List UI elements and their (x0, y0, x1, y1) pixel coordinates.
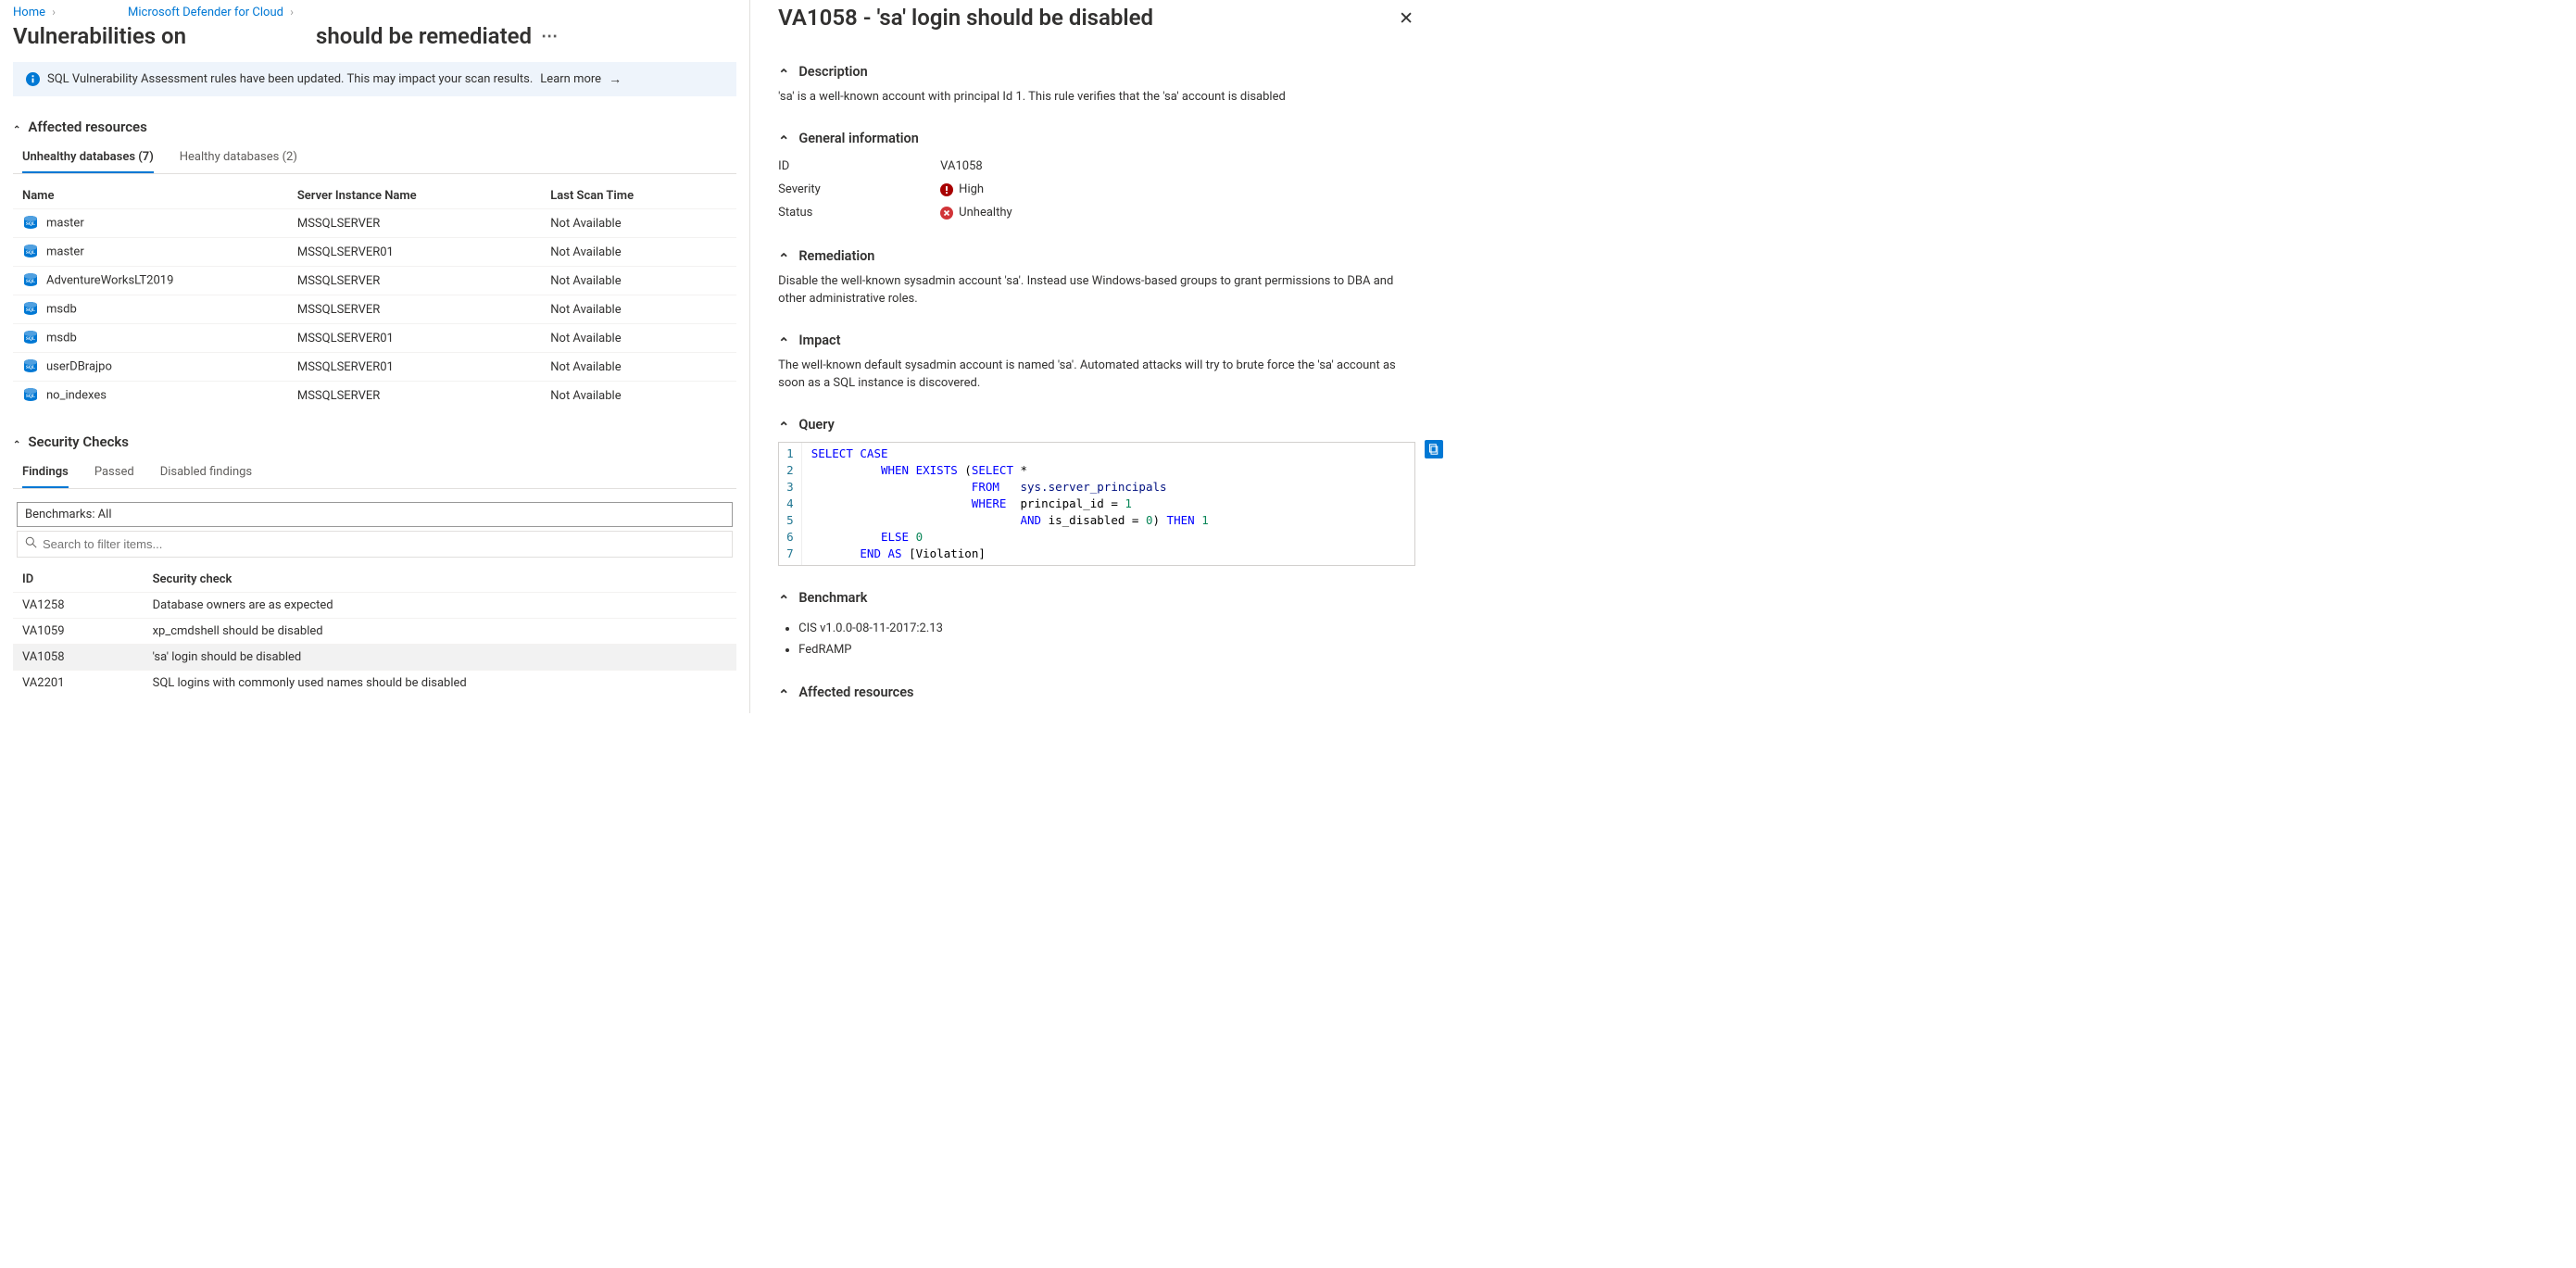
col-name: Name (13, 182, 288, 209)
security-checks-section: Security Checks Findings Passed Disabled… (13, 428, 736, 696)
chevron-right-icon: › (48, 6, 59, 19)
chevron-up-icon (778, 417, 789, 433)
more-icon[interactable]: ⋯ (541, 27, 558, 46)
affected-table: Name Server Instance Name Last Scan Time… (13, 182, 736, 409)
description-text: 'sa' is a well-known account with princi… (778, 83, 1415, 112)
main-pane: Home › Microsoft Defender for Cloud › Vu… (0, 0, 750, 713)
table-row[interactable]: VA1258Database owners are as expected (13, 593, 736, 619)
table-row[interactable]: SQLmsdbMSSQLSERVERNot Available (13, 295, 736, 324)
close-icon[interactable]: ✕ (1397, 4, 1415, 32)
impact-header[interactable]: Impact (778, 329, 1415, 352)
detail-pane: VA1058 - 'sa' login should be disabled ✕… (750, 0, 1443, 713)
tab-healthy-databases[interactable]: Healthy databases (2) (180, 144, 297, 173)
label-id: ID (778, 158, 940, 176)
info-banner-text: SQL Vulnerability Assessment rules have … (47, 72, 533, 86)
value-id: VA1058 (940, 158, 983, 176)
svg-text:SQL: SQL (26, 222, 36, 227)
col-security-check: Security check (144, 565, 737, 593)
label-severity: Severity (778, 182, 940, 199)
remediation-header[interactable]: Remediation (778, 245, 1415, 268)
affected-resources-header[interactable]: Affected resources (13, 119, 736, 135)
chevron-up-icon (778, 64, 789, 80)
tab-unhealthy-databases[interactable]: Unhealthy databases (7) (22, 144, 154, 173)
checks-tabs: Findings Passed Disabled findings (13, 456, 736, 489)
benchmark-header[interactable]: Benchmark (778, 586, 1415, 609)
tab-findings[interactable]: Findings (22, 459, 69, 488)
col-last-scan: Last Scan Time (541, 182, 736, 209)
sql-database-icon: SQL (22, 387, 39, 404)
chevron-up-icon (13, 122, 20, 132)
chevron-up-icon (778, 333, 789, 348)
learn-more-link[interactable]: Learn more (540, 72, 601, 86)
tab-passed[interactable]: Passed (94, 459, 134, 488)
tab-disabled-findings[interactable]: Disabled findings (160, 459, 252, 488)
breadcrumb-mdc[interactable]: Microsoft Defender for Cloud (128, 6, 283, 19)
description-header[interactable]: Description (778, 60, 1415, 83)
chevron-right-icon: › (286, 6, 297, 19)
chevron-up-icon (778, 248, 789, 264)
remediation-text: Disable the well-known sysadmin account … (778, 268, 1415, 314)
sql-database-icon: SQL (22, 301, 39, 318)
value-status: Unhealthy (959, 205, 1012, 222)
impact-text: The well-known default sysadmin account … (778, 352, 1415, 398)
col-server: Server Instance Name (288, 182, 541, 209)
value-severity: High (959, 182, 984, 199)
svg-text:SQL: SQL (26, 337, 36, 342)
chevron-up-icon (778, 684, 789, 700)
benchmark-list: CIS v1.0.0-08-11-2017:2.13FedRAMP (798, 619, 1415, 661)
table-row[interactable]: SQLmsdbMSSQLSERVER01Not Available (13, 324, 736, 353)
sql-database-icon: SQL (22, 244, 39, 260)
table-row[interactable]: SQLmasterMSSQLSERVER01Not Available (13, 238, 736, 267)
table-row[interactable]: VA1058'sa' login should be disabled (13, 645, 736, 671)
search-input[interactable] (43, 537, 724, 551)
detail-affected-tabs: Unhealthy databases (1) Healthy database… (778, 704, 1415, 713)
general-info-header[interactable]: General information (778, 127, 1415, 150)
security-checks-header[interactable]: Security Checks (13, 433, 736, 450)
benchmark-item: CIS v1.0.0-08-11-2017:2.13 (798, 619, 1415, 640)
detail-title: VA1058 - 'sa' login should be disabled (778, 4, 1153, 31)
svg-text:SQL: SQL (26, 308, 36, 313)
sql-database-icon: SQL (22, 330, 39, 346)
chevron-up-icon (778, 590, 789, 606)
affected-resources-detail-header[interactable]: Affected resources (778, 681, 1415, 704)
query-header[interactable]: Query (778, 413, 1415, 436)
svg-text:SQL: SQL (26, 366, 36, 370)
label-status: Status (778, 205, 940, 222)
table-row[interactable]: SQLno_indexesMSSQLSERVERNot Available (13, 382, 736, 410)
severity-high-icon (940, 183, 953, 196)
checks-table: ID Security check VA1258Database owners … (13, 565, 736, 696)
table-row[interactable]: VA1059xp_cmdshell should be disabled (13, 619, 736, 645)
svg-text:SQL: SQL (26, 251, 36, 256)
info-banner: SQL Vulnerability Assessment rules have … (13, 62, 736, 96)
table-row[interactable]: VA2201SQL logins with commonly used name… (13, 671, 736, 697)
query-code: 1234567 SELECT CASE WHEN EXISTS (SELECT … (778, 442, 1415, 566)
benchmark-item: FedRAMP (798, 640, 1415, 661)
affected-resources-section: Affected resources Unhealthy databases (… (13, 113, 736, 409)
affected-tabs: Unhealthy databases (7) Healthy database… (13, 141, 736, 174)
page-title-right: should be remediated (316, 23, 532, 49)
search-filter[interactable] (17, 531, 733, 558)
svg-text:SQL: SQL (26, 395, 36, 399)
sql-database-icon: SQL (22, 215, 39, 232)
table-row[interactable]: SQLuserDBrajpoMSSQLSERVER01Not Available (13, 353, 736, 382)
info-icon (26, 72, 40, 86)
breadcrumb-home[interactable]: Home (13, 6, 45, 19)
page-title-left: Vulnerabilities on (13, 23, 186, 49)
table-row[interactable]: SQLAdventureWorksLT2019MSSQLSERVERNot Av… (13, 267, 736, 295)
status-unhealthy-icon (940, 207, 953, 220)
breadcrumb: Home › Microsoft Defender for Cloud › (0, 0, 749, 21)
arrow-right-icon: → (609, 71, 622, 87)
benchmark-filter[interactable]: Benchmarks: All (17, 502, 733, 527)
table-row[interactable]: SQLmasterMSSQLSERVERNot Available (13, 209, 736, 238)
search-icon (25, 536, 37, 552)
copy-icon[interactable] (1425, 440, 1443, 458)
sql-database-icon: SQL (22, 272, 39, 289)
col-id: ID (13, 565, 144, 593)
svg-text:SQL: SQL (26, 280, 36, 284)
chevron-up-icon (13, 437, 20, 447)
tab-detail-unhealthy[interactable]: Unhealthy databases (1) (778, 708, 914, 713)
chevron-up-icon (778, 131, 789, 146)
tab-detail-healthy[interactable]: Healthy databases (1) (940, 708, 1062, 713)
sql-database-icon: SQL (22, 358, 39, 375)
